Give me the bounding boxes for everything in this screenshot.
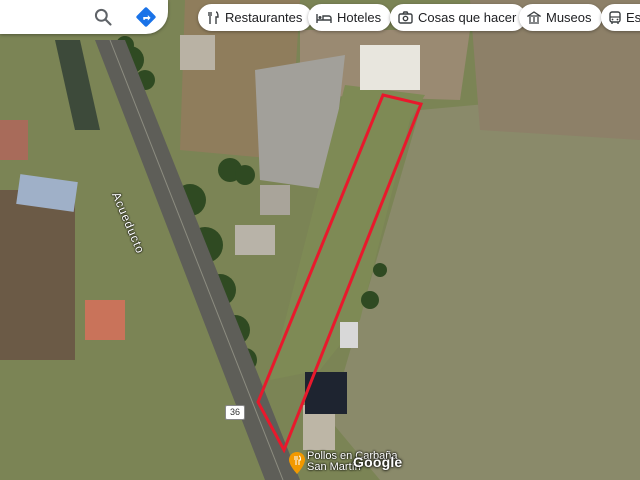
directions-icon[interactable] [135, 6, 157, 28]
search-icon[interactable] [93, 7, 113, 27]
chip-label: Museos [546, 10, 592, 25]
chip-hoteles[interactable]: Hoteles [308, 4, 392, 31]
museum-icon [527, 10, 541, 24]
camera-icon [398, 11, 413, 24]
search-box[interactable] [0, 0, 168, 34]
route-shield: 36 [225, 405, 245, 420]
chip-label: Restaurantes [225, 10, 303, 25]
chip-cosas-que-hacer[interactable]: Cosas que hacer [390, 4, 527, 31]
chip-label: Hoteles [337, 10, 382, 25]
chip-label: Est [626, 10, 640, 25]
chip-restaurantes[interactable]: Restaurantes [198, 4, 313, 31]
chip-label: Cosas que hacer [418, 10, 517, 25]
chip-museos[interactable]: Museos [519, 4, 602, 31]
google-logo: Google [353, 454, 403, 470]
bus-icon [609, 10, 621, 24]
chip-estaciones[interactable]: Est [601, 4, 640, 31]
fork-knife-icon [208, 10, 219, 24]
satellite-map[interactable] [0, 0, 640, 480]
fork-knife-pin-icon[interactable] [289, 452, 305, 474]
bed-icon [316, 13, 332, 23]
